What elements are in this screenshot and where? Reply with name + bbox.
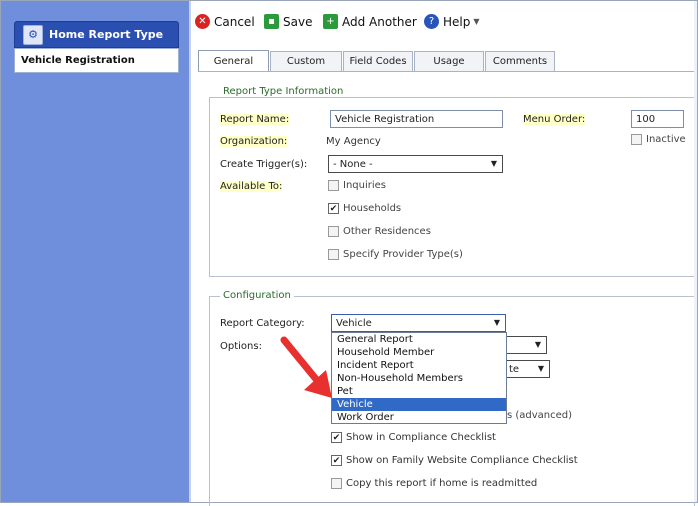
annotation-arrow-icon <box>280 336 332 398</box>
dropdown-option[interactable]: Incident Report <box>332 359 506 372</box>
checkbox-box: ✔ <box>331 455 342 466</box>
create-trigger-value: - None - <box>333 158 373 170</box>
available-inquiries-checkbox[interactable]: Inquiries <box>328 180 386 191</box>
checkbox-box <box>331 478 342 489</box>
gear-document-icon: ⚙ <box>23 24 43 45</box>
tab-underline <box>198 71 697 72</box>
copy-if-readmitted-checkbox[interactable]: Copy this report if home is readmitted <box>331 478 537 489</box>
left-sidebar <box>1 1 189 502</box>
tab-label: Usage <box>433 56 465 67</box>
add-another-button[interactable]: + Add Another <box>323 14 417 29</box>
tab-custom[interactable]: Custom <box>270 51 342 71</box>
cancel-button[interactable]: ✕ Cancel <box>195 14 255 29</box>
checkbox-label: Inquiries <box>343 180 387 191</box>
chevron-down-icon: ▼ <box>537 364 544 373</box>
checkbox-label: Other Residences <box>343 226 431 237</box>
help-icon: ? <box>424 14 439 29</box>
inactive-label: Inactive <box>646 134 686 145</box>
tab-label: General <box>213 56 254 67</box>
menu-order-value: 100 <box>636 113 656 125</box>
cancel-icon: ✕ <box>195 14 210 29</box>
report-name-value: Vehicle Registration <box>335 113 435 125</box>
available-to-label: Available To: <box>220 181 283 192</box>
available-provider-types-checkbox[interactable]: Specify Provider Type(s) <box>328 249 463 260</box>
checkbox-box <box>328 226 339 237</box>
add-icon: + <box>323 14 338 29</box>
save-icon: ▪ <box>264 14 279 29</box>
report-category-label: Report Category: <box>220 318 305 329</box>
inactive-checkbox[interactable]: Inactive <box>631 134 686 145</box>
available-households-checkbox[interactable]: ✔ Households <box>328 203 401 214</box>
scrollbar[interactable] <box>694 1 697 502</box>
dropdown-option[interactable]: Non-Household Members <box>332 372 506 385</box>
checkbox-box: ✔ <box>331 432 342 443</box>
tab-field-codes[interactable]: Field Codes <box>343 51 413 71</box>
sidebar-header: ⚙ Home Report Type <box>14 21 179 48</box>
cancel-label: Cancel <box>214 14 255 29</box>
checkbox-label: Copy this report if home is readmitted <box>346 478 538 489</box>
available-other-residences-checkbox[interactable]: Other Residences <box>328 226 431 237</box>
checkbox-box: ✔ <box>328 203 339 214</box>
chevron-down-icon: ▼ <box>534 340 541 349</box>
tab-comments[interactable]: Comments <box>485 51 555 71</box>
dropdown-option[interactable]: Household Member <box>332 346 506 359</box>
help-label: Help <box>443 14 471 29</box>
checkbox-box <box>328 180 339 191</box>
chevron-down-icon: ▼ <box>493 318 500 327</box>
report-category-dropdown[interactable]: General Report Household Member Incident… <box>331 332 507 424</box>
menu-order-label: Menu Order: <box>523 114 586 125</box>
checkbox-label: Households <box>343 203 402 214</box>
dropdown-option[interactable]: General Report <box>332 333 506 346</box>
help-menu-button[interactable]: ? Help ▼ <box>424 14 480 29</box>
tab-general[interactable]: General <box>198 50 269 72</box>
checkbox-label: Specify Provider Type(s) <box>343 249 463 260</box>
tab-usage[interactable]: Usage <box>414 51 484 71</box>
add-another-label: Add Another <box>342 14 417 29</box>
dropdown-option-selected[interactable]: Vehicle <box>332 398 506 411</box>
create-trigger-label: Create Trigger(s): <box>220 159 308 170</box>
chevron-down-icon: ▼ <box>490 159 497 168</box>
report-category-value: Vehicle <box>336 317 372 329</box>
report-category-select[interactable]: Vehicle ▼ <box>331 314 506 332</box>
tab-label: Comments <box>492 56 548 67</box>
organization-value: My Agency <box>326 136 381 147</box>
checkbox-box <box>328 249 339 260</box>
show-on-family-website-checkbox[interactable]: ✔ Show on Family Website Compliance Chec… <box>331 455 578 466</box>
toolbar: ✕ Cancel ▪ Save + Add Another ? Help ▼ <box>191 1 697 45</box>
sidebar-item-label: Vehicle Registration <box>21 55 135 66</box>
options-select-2-value: te <box>509 363 520 375</box>
chevron-down-icon: ▼ <box>473 17 480 26</box>
checkbox-label: Show in Compliance Checklist <box>346 432 496 443</box>
advanced-option-label: s (advanced) <box>507 410 573 421</box>
report-name-label: Report Name: <box>220 114 290 125</box>
save-label: Save <box>283 14 313 29</box>
checkbox-label: Show on Family Website Compliance Checkl… <box>346 455 578 466</box>
dropdown-option[interactable]: Work Order <box>332 411 506 424</box>
create-trigger-select[interactable]: - None - ▼ <box>328 155 503 173</box>
options-label: Options: <box>220 341 262 352</box>
report-type-info-legend: Report Type Information <box>220 86 347 97</box>
save-button[interactable]: ▪ Save <box>264 14 312 29</box>
checkbox-box <box>631 134 642 145</box>
tab-label: Field Codes <box>349 56 407 67</box>
dropdown-option[interactable]: Pet <box>332 385 506 398</box>
report-name-input[interactable]: Vehicle Registration <box>330 110 503 128</box>
organization-label: Organization: <box>220 136 288 147</box>
tab-label: Custom <box>286 56 326 67</box>
show-in-compliance-checkbox[interactable]: ✔ Show in Compliance Checklist <box>331 432 496 443</box>
sidebar-item-vehicle-registration[interactable]: Vehicle Registration <box>14 48 179 73</box>
menu-order-input[interactable]: 100 <box>631 110 684 128</box>
sidebar-header-title: Home Report Type <box>49 28 164 41</box>
configuration-legend: Configuration <box>220 290 294 301</box>
